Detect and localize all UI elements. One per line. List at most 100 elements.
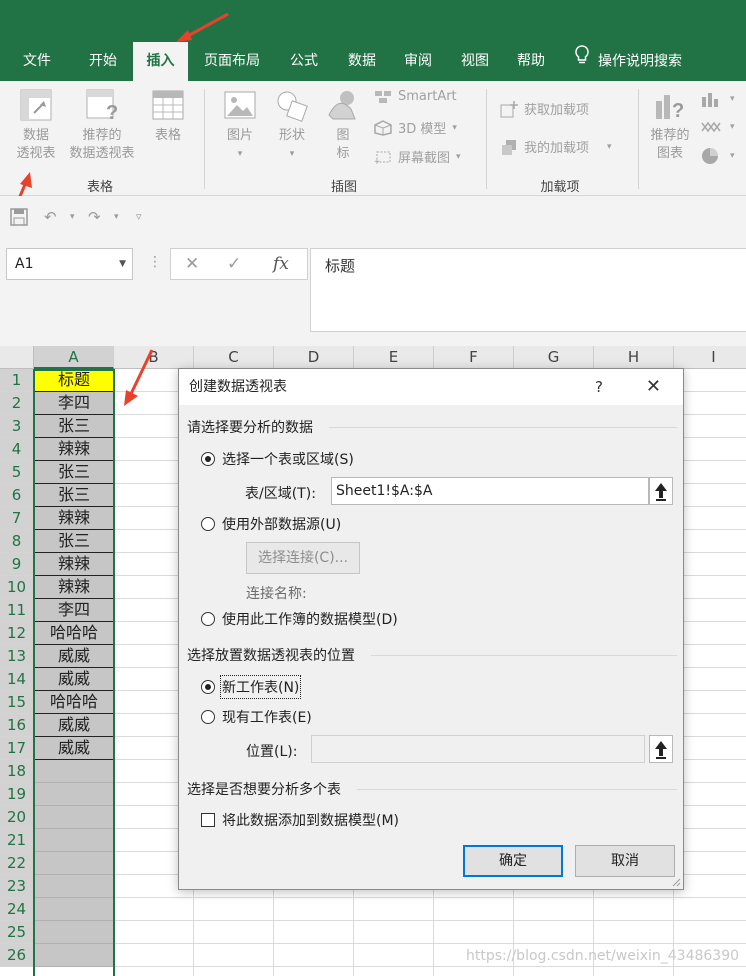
cell-a24[interactable]: [34, 898, 114, 921]
tab-view[interactable]: 视图: [449, 42, 501, 81]
recommended-charts-button[interactable]: ? 推荐的 图表: [644, 87, 696, 163]
select-all-corner[interactable]: [0, 346, 34, 369]
row-header-5[interactable]: 5: [0, 461, 34, 484]
name-box-dropdown-icon[interactable]: ▼: [119, 249, 126, 279]
confirm-entry-icon[interactable]: ✓: [227, 254, 241, 274]
row-header-22[interactable]: 22: [0, 852, 34, 875]
column-header-a[interactable]: A: [34, 346, 114, 369]
cell-a19[interactable]: [34, 783, 114, 806]
column-header-g[interactable]: G: [514, 346, 594, 369]
cell-a15[interactable]: 哈哈哈: [34, 691, 114, 714]
add-to-data-model-checkbox[interactable]: 将此数据添加到数据模型(M): [201, 810, 399, 830]
cell-a26[interactable]: [34, 944, 114, 967]
row-header-24[interactable]: 24: [0, 898, 34, 921]
tab-insert[interactable]: 插入: [133, 42, 188, 81]
row-header-1[interactable]: 1: [0, 369, 34, 392]
radio-external-source[interactable]: 使用外部数据源(U): [201, 514, 341, 534]
tab-help[interactable]: 帮助: [505, 42, 557, 81]
row-header-10[interactable]: 10: [0, 576, 34, 599]
formula-input[interactable]: 标题: [310, 248, 746, 332]
name-box[interactable]: A1 ▼: [6, 248, 133, 280]
pie-chart-button[interactable]: ▾: [700, 147, 735, 165]
column-header-d[interactable]: D: [274, 346, 354, 369]
undo-icon[interactable]: ↶: [44, 208, 57, 226]
cell-a17[interactable]: 威威: [34, 737, 114, 760]
cell-a8[interactable]: 张三: [34, 530, 114, 553]
column-chart-button[interactable]: ▾: [700, 91, 735, 107]
tab-home[interactable]: 开始: [74, 42, 132, 81]
tab-page-layout[interactable]: 页面布局: [196, 42, 268, 81]
insert-function-icon[interactable]: fx: [273, 254, 289, 274]
ok-button[interactable]: 确定: [463, 845, 563, 877]
row-header-16[interactable]: 16: [0, 714, 34, 737]
column-header-c[interactable]: C: [194, 346, 274, 369]
table-button[interactable]: 表格: [144, 87, 192, 145]
tab-review[interactable]: 审阅: [392, 42, 444, 81]
cell-a21[interactable]: [34, 829, 114, 852]
radio-table-range[interactable]: 选择一个表或区域(S): [201, 449, 354, 469]
cell-a25[interactable]: [34, 921, 114, 944]
row-header-18[interactable]: 18: [0, 760, 34, 783]
table-range-input[interactable]: Sheet1!$A:$A: [331, 477, 649, 505]
row-header-23[interactable]: 23: [0, 875, 34, 898]
row-header-21[interactable]: 21: [0, 829, 34, 852]
row-header-7[interactable]: 7: [0, 507, 34, 530]
row-header-4[interactable]: 4: [0, 438, 34, 461]
save-icon[interactable]: [10, 208, 28, 230]
row-header-13[interactable]: 13: [0, 645, 34, 668]
row-header-8[interactable]: 8: [0, 530, 34, 553]
radio-data-model[interactable]: 使用此工作簿的数据模型(D): [201, 609, 398, 629]
row-header-2[interactable]: 2: [0, 392, 34, 415]
row-header-15[interactable]: 15: [0, 691, 34, 714]
row-header-14[interactable]: 14: [0, 668, 34, 691]
cell-a10[interactable]: 辣辣: [34, 576, 114, 599]
cell-a18[interactable]: [34, 760, 114, 783]
cancel-entry-icon[interactable]: ✕: [185, 254, 199, 274]
get-addins-button[interactable]: 获取加载项: [500, 99, 589, 118]
column-header-h[interactable]: H: [594, 346, 674, 369]
help-button[interactable]: ?: [595, 369, 603, 405]
cell-a23[interactable]: [34, 875, 114, 898]
cell-a6[interactable]: 张三: [34, 484, 114, 507]
3d-model-button[interactable]: 3D 模型 ▾: [374, 118, 457, 137]
cell-a11[interactable]: 李四: [34, 599, 114, 622]
redo-dropdown-icon[interactable]: ▾: [114, 212, 119, 222]
tab-data[interactable]: 数据: [336, 42, 388, 81]
row-header-19[interactable]: 19: [0, 783, 34, 806]
recommended-pivot-button[interactable]: ? 推荐的 数据透视表: [62, 87, 142, 163]
range-picker-button[interactable]: [649, 477, 673, 505]
cancel-button[interactable]: 取消: [575, 845, 675, 877]
cell-a20[interactable]: [34, 806, 114, 829]
screenshot-button[interactable]: + 屏幕截图 ▾: [374, 147, 461, 166]
cell-a9[interactable]: 辣辣: [34, 553, 114, 576]
row-header-17[interactable]: 17: [0, 737, 34, 760]
scatter-chart-button[interactable]: ▾: [700, 119, 735, 135]
radio-existing-worksheet[interactable]: 现有工作表(E): [201, 707, 312, 727]
column-header-i[interactable]: I: [674, 346, 746, 369]
cell-a1[interactable]: 标题: [34, 369, 114, 392]
row-header-11[interactable]: 11: [0, 599, 34, 622]
cell-a14[interactable]: 威威: [34, 668, 114, 691]
my-addins-button[interactable]: 我的加载项 ▾: [500, 137, 612, 156]
tell-me-search[interactable]: 操作说明搜索: [574, 42, 734, 81]
shapes-button[interactable]: 形状 ▾: [268, 87, 316, 163]
close-icon[interactable]: ✕: [646, 369, 661, 405]
column-header-f[interactable]: F: [434, 346, 514, 369]
location-picker-button[interactable]: [649, 735, 673, 763]
row-header-26[interactable]: 26: [0, 944, 34, 967]
cell-a2[interactable]: 李四: [34, 392, 114, 415]
row-header-12[interactable]: 12: [0, 622, 34, 645]
tab-file[interactable]: 文件: [8, 42, 66, 81]
smartart-button[interactable]: SmartArt: [374, 89, 457, 104]
row-header-6[interactable]: 6: [0, 484, 34, 507]
pictures-button[interactable]: 图片 ▾: [216, 87, 264, 163]
customize-qat-icon[interactable]: ▿: [136, 210, 142, 223]
cell-a12[interactable]: 哈哈哈: [34, 622, 114, 645]
pivot-table-button[interactable]: 数据 透视表: [10, 87, 62, 163]
splitter-dots-icon[interactable]: ⋮: [148, 254, 162, 270]
row-header-3[interactable]: 3: [0, 415, 34, 438]
cell-a16[interactable]: 威威: [34, 714, 114, 737]
cell-a3[interactable]: 张三: [34, 415, 114, 438]
cell-a4[interactable]: 辣辣: [34, 438, 114, 461]
resize-grip-icon[interactable]: [671, 877, 681, 887]
